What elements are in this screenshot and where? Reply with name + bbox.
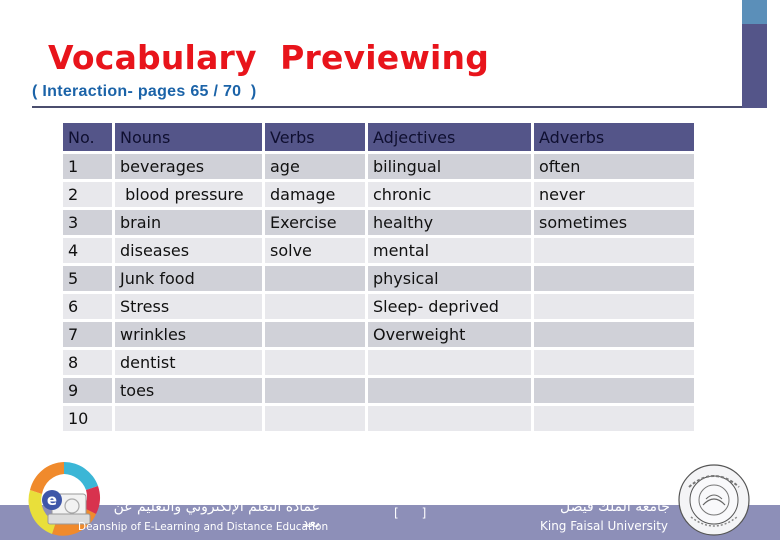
cell-no: 6: [63, 294, 112, 319]
slide-subtitle: ( Interaction- pages 65 / 70 ): [32, 83, 257, 100]
cell-verb: [265, 266, 365, 291]
table-row: 2 blood pressure damage chronic never: [63, 182, 694, 207]
table-row: 9 toes: [63, 378, 694, 403]
cell-noun: [115, 406, 262, 431]
table-row: 6 Stress Sleep- deprived: [63, 294, 694, 319]
cell-adjective: chronic: [368, 182, 531, 207]
cell-adjective: Sleep- deprived: [368, 294, 531, 319]
header-adverbs: Adverbs: [534, 123, 694, 151]
accent-bar-bottom: [742, 24, 767, 108]
university-arabic-name: جامعة الملك فيصل: [560, 499, 670, 515]
cell-verb: solve: [265, 238, 365, 263]
title-divider: [32, 106, 742, 108]
cell-no: 2: [63, 182, 112, 207]
cell-no: 10: [63, 406, 112, 431]
header-nouns: Nouns: [115, 123, 262, 151]
cell-adjective: physical: [368, 266, 531, 291]
cell-noun: toes: [115, 378, 262, 403]
cell-verb: age: [265, 154, 365, 179]
cell-verb: Exercise: [265, 210, 365, 235]
cell-verb: [265, 406, 365, 431]
university-english-name: King Faisal University: [540, 519, 669, 533]
cell-verb: [265, 294, 365, 319]
cell-no: 1: [63, 154, 112, 179]
table-row: 3 brain Exercise healthy sometimes: [63, 210, 694, 235]
table-row: 10: [63, 406, 694, 431]
accent-bar-top: [742, 0, 767, 24]
cell-adverb: never: [534, 182, 694, 207]
cell-adverb: [534, 350, 694, 375]
cell-no: 4: [63, 238, 112, 263]
cell-adverb: [534, 238, 694, 263]
cell-no: 7: [63, 322, 112, 347]
table-row: 1 beverages age bilingual often: [63, 154, 694, 179]
cell-noun: blood pressure: [115, 182, 262, 207]
header-adjectives: Adjectives: [368, 123, 531, 151]
cell-adverb: [534, 322, 694, 347]
cell-adjective: mental: [368, 238, 531, 263]
cell-noun: Stress: [115, 294, 262, 319]
table-row: 7 wrinkles Overweight: [63, 322, 694, 347]
cell-adverb: [534, 294, 694, 319]
cell-verb: damage: [265, 182, 365, 207]
cell-noun: wrinkles: [115, 322, 262, 347]
cell-adjective: bilingual: [368, 154, 531, 179]
cell-noun: dentist: [115, 350, 262, 375]
vocabulary-table: No. Nouns Verbs Adjectives Adverbs 1 beve…: [60, 120, 697, 434]
deanship-english-name: Deanship of E-Learning and Distance Educ…: [78, 521, 329, 533]
cell-adverb: sometimes: [534, 210, 694, 235]
cell-adverb: [534, 266, 694, 291]
cell-verb: [265, 322, 365, 347]
cell-adverb: [534, 378, 694, 403]
table-header-row: No. Nouns Verbs Adjectives Adverbs: [63, 123, 694, 151]
cell-noun: diseases: [115, 238, 262, 263]
cell-adverb: [534, 406, 694, 431]
page-number-placeholder: [ ]: [394, 506, 427, 520]
cell-no: 9: [63, 378, 112, 403]
header-no: No.: [63, 123, 112, 151]
cell-verb: [265, 378, 365, 403]
cell-adjective: healthy: [368, 210, 531, 235]
cell-adverb: often: [534, 154, 694, 179]
svg-text:e: e: [47, 491, 57, 509]
cell-noun: beverages: [115, 154, 262, 179]
university-seal-icon: [678, 464, 750, 536]
cell-adjective: [368, 406, 531, 431]
cell-no: 8: [63, 350, 112, 375]
cell-no: 3: [63, 210, 112, 235]
table-row: 4 diseases solve mental: [63, 238, 694, 263]
cell-no: 5: [63, 266, 112, 291]
slide-title: Vocabulary Previewing: [48, 38, 490, 77]
cell-noun: Junk food: [115, 266, 262, 291]
table-row: 5 Junk food physical: [63, 266, 694, 291]
cell-noun: brain: [115, 210, 262, 235]
cell-verb: [265, 350, 365, 375]
cell-adjective: Overweight: [368, 322, 531, 347]
header-verbs: Verbs: [265, 123, 365, 151]
cell-adjective: [368, 378, 531, 403]
cell-adjective: [368, 350, 531, 375]
table-row: 8 dentist: [63, 350, 694, 375]
